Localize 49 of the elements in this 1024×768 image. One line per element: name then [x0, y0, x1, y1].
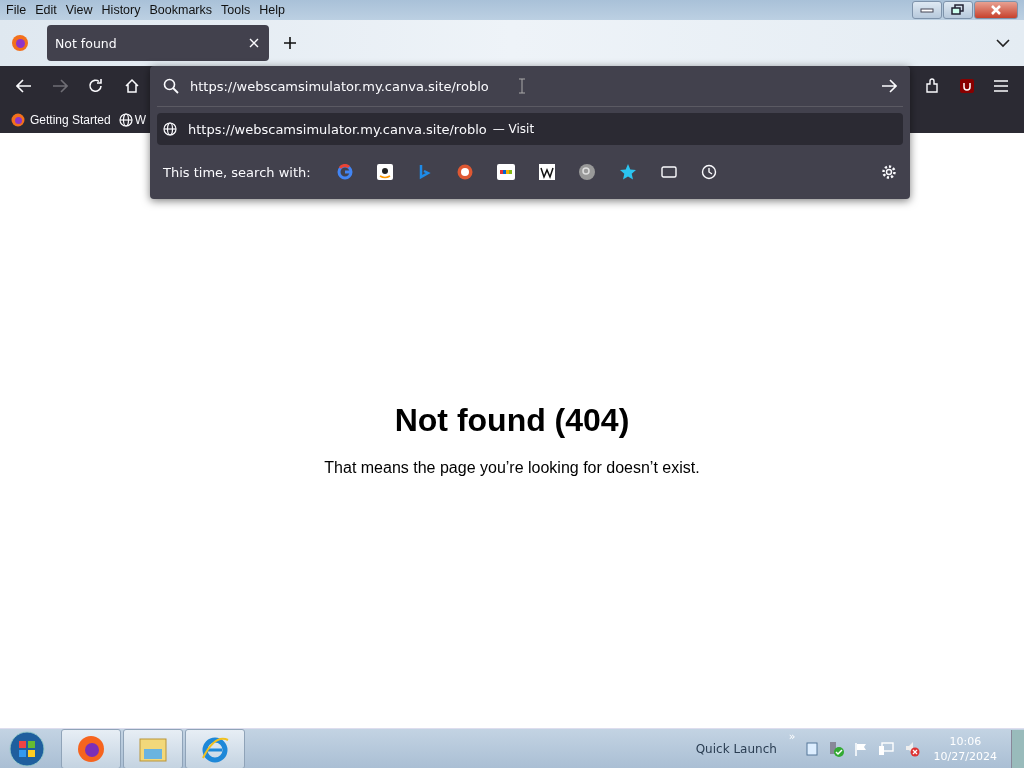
chevron-down-icon[interactable]	[996, 38, 1010, 48]
home-icon[interactable]	[124, 78, 140, 94]
search-icon	[163, 78, 179, 94]
globe-icon	[118, 112, 133, 127]
muted-speaker-icon[interactable]	[903, 740, 920, 757]
menu-item[interactable]: Edit	[35, 3, 57, 17]
forward-icon[interactable]	[52, 79, 68, 93]
start-button[interactable]	[9, 730, 45, 767]
search-with-label: This time, search with:	[163, 164, 311, 180]
menu-item[interactable]: Bookmarks	[149, 3, 212, 17]
menu-item[interactable]: File	[6, 3, 27, 17]
wiki-engine-icon[interactable]	[538, 164, 555, 180]
browser-taskbar-button[interactable]	[185, 728, 245, 768]
suggestion-url: https://webscamsimulator.my.canva.site/roblo	[188, 121, 487, 137]
suggestion-action: — Visit	[492, 122, 535, 136]
close-icon	[990, 5, 1002, 15]
globe-icon	[163, 122, 177, 136]
close-icon[interactable]	[249, 38, 259, 48]
firefox-taskbar-button[interactable]	[61, 728, 121, 768]
quick-launch-label: Quick Launch	[695, 741, 777, 756]
restore-icon	[951, 4, 965, 16]
g-engine-icon[interactable]	[336, 164, 353, 180]
back-icon[interactable]	[16, 79, 32, 93]
text-cursor-icon	[517, 78, 526, 94]
restore-button[interactable]	[943, 1, 973, 19]
menu-item[interactable]: Tools	[221, 3, 251, 17]
star-icon[interactable]	[618, 163, 637, 181]
firefox-icon	[11, 34, 29, 52]
menu-icon[interactable]	[994, 80, 1008, 92]
tabs-icon[interactable]	[660, 166, 677, 178]
firefox-icon	[11, 112, 25, 127]
menu-item[interactable]: View	[65, 3, 93, 17]
reload-icon[interactable]	[88, 78, 104, 94]
error-heading: Not found (404)	[394, 402, 630, 439]
firefox-icon	[76, 733, 106, 764]
new-tab-icon[interactable]	[283, 36, 297, 50]
suggestion-row[interactable]: https://webscamsimulator.my.canva.site/roblo — Visit	[157, 113, 903, 145]
go-arrow-icon[interactable]	[881, 79, 897, 93]
address-field[interactable]: https://webscamsimulator.my.canva.site/roblo	[157, 66, 903, 107]
close-button[interactable]	[974, 1, 1018, 19]
browser-tab[interactable]: Not found	[47, 25, 269, 61]
minimize-icon	[920, 6, 934, 14]
history-icon[interactable]	[700, 164, 717, 180]
error-message: That means the page you’re looking for doesn’t exist.	[324, 459, 700, 477]
settings-icon[interactable]	[881, 164, 897, 180]
menu-item[interactable]: History	[101, 3, 141, 17]
bookmark-item[interactable]: Getting Started	[11, 112, 111, 127]
bookmark-item[interactable]: W	[118, 112, 147, 127]
menu-item[interactable]: Help	[259, 3, 285, 17]
